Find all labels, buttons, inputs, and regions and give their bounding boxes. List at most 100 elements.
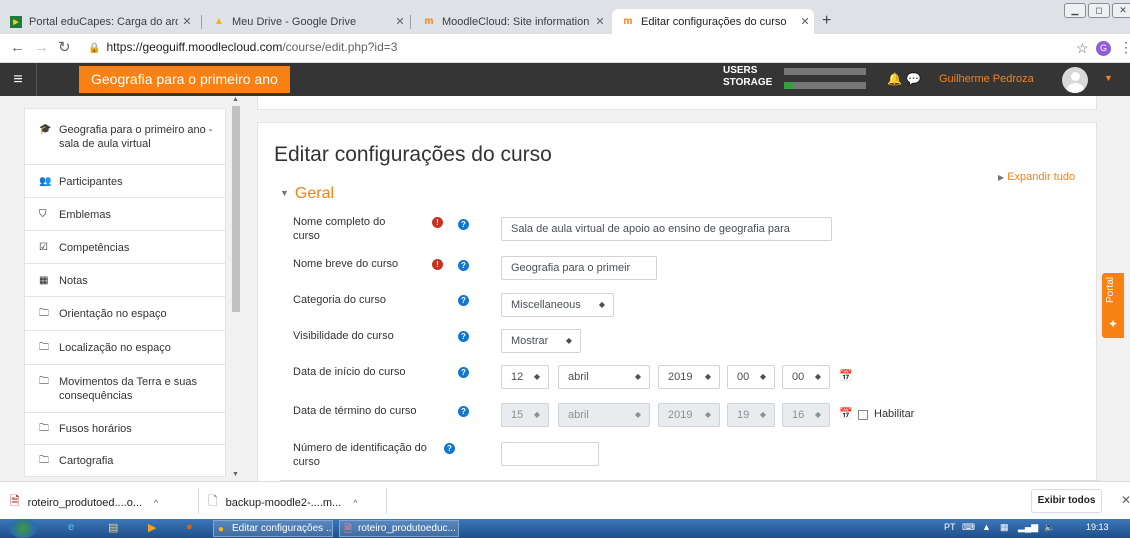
close-downloads-icon[interactable]: ✕	[1121, 493, 1130, 507]
startdate-hour-select[interactable]: 00 ◆	[727, 365, 775, 389]
sidebar-item-orientacao[interactable]: 🗀 Orientação no espaço	[24, 297, 226, 331]
new-tab-button[interactable]: +	[822, 13, 831, 29]
fullname-input[interactable]: Sala de aula virtual de apoio ao ensino …	[501, 217, 832, 241]
browser-tab-moodlecloud[interactable]: m MoodleCloud: Site information fo ✕	[413, 9, 609, 34]
media-player-icon[interactable]: ▶	[148, 521, 156, 534]
user-avatar[interactable]	[1062, 67, 1088, 93]
sidebar-item-course-home[interactable]: 🎓 Geografia para o primeiro ano - sala d…	[24, 108, 226, 165]
help-icon[interactable]: ?	[458, 406, 469, 417]
shortname-input[interactable]: Geografia para o primeir	[501, 256, 657, 280]
minimize-icon[interactable]: ▁	[1064, 3, 1086, 18]
section-general-toggle[interactable]: ▼ Geral	[280, 185, 334, 203]
idnumber-input[interactable]	[501, 442, 599, 466]
enddate-day-select[interactable]: 15 ◆	[501, 403, 549, 427]
clock[interactable]: 19:13	[1086, 522, 1109, 532]
close-tab-icon[interactable]: ✕	[796, 15, 814, 28]
browser-menu-icon[interactable]: ⋮	[1119, 39, 1130, 56]
graduation-cap-icon: 🎓	[39, 124, 52, 135]
firefox-icon[interactable]: ●	[186, 521, 193, 533]
message-icon[interactable]: 💬	[906, 72, 921, 86]
signal-icon[interactable]: ▂▄▆	[1018, 522, 1038, 533]
volume-icon[interactable]: 🔈	[1044, 522, 1055, 533]
close-tab-icon[interactable]: ✕	[178, 15, 196, 28]
startdate-minute-select[interactable]: 00 ◆	[782, 365, 830, 389]
sidebar-item-notas[interactable]: ▦ Notas	[24, 264, 226, 297]
show-hidden-icons-icon[interactable]: ▲	[982, 522, 991, 532]
windows-start-icon[interactable]	[9, 519, 37, 538]
close-tab-icon[interactable]: ✕	[391, 15, 409, 28]
windows-taskbar: e ▤ ▶ ● ● Editar configurações ... 🗎 rotei…	[0, 519, 1130, 538]
file-explorer-icon[interactable]: ▤	[108, 521, 118, 534]
browser-tab-educapes[interactable]: ▶ Portal eduCapes: Carga do arqui ✕	[0, 9, 196, 34]
forward-arrow-icon[interactable]: →	[34, 40, 49, 56]
folder-icon: 🗀	[39, 342, 49, 353]
internet-explorer-icon[interactable]: e	[68, 521, 74, 533]
sidebar-item-movimentos[interactable]: 🗀 Movimentos da Terra e suas consequênci…	[24, 365, 226, 413]
enable-enddate-checkbox[interactable]	[858, 410, 868, 420]
browser-tab-drive[interactable]: ▲ Meu Drive - Google Drive ✕	[203, 9, 409, 34]
help-icon[interactable]: ?	[458, 331, 469, 342]
startdate-day-select[interactable]: 12 ◆	[501, 365, 549, 389]
startdate-year-select[interactable]: 2019 ◆	[658, 365, 720, 389]
close-window-icon[interactable]: ✕	[1112, 3, 1130, 18]
download-item[interactable]: 🗋 backup-moodle2-....m... ^	[208, 492, 357, 513]
taskbar-button-pdf[interactable]: 🗎 roteiro_produtoeduc...	[339, 520, 459, 537]
enddate-minute-select[interactable]: 16 ◆	[782, 403, 830, 427]
calendar-icon[interactable]: 📅	[839, 369, 853, 382]
bookmark-star-icon[interactable]: ☆	[1076, 40, 1089, 57]
network-icon[interactable]: ▦	[1000, 522, 1009, 533]
sidebar-item-fusos[interactable]: 🗀 Fusos horários	[24, 413, 226, 445]
category-select[interactable]: Miscellaneous ◆	[501, 293, 614, 317]
chevron-up-icon[interactable]: ^	[154, 498, 158, 508]
help-icon[interactable]: ?	[458, 367, 469, 378]
user-menu-caret-icon[interactable]: ▼	[1104, 73, 1113, 83]
expand-all-link[interactable]: ▶ Expandir tudo	[998, 171, 1075, 183]
show-all-downloads-button[interactable]: Exibir todos	[1031, 489, 1102, 513]
taskbar-button-label: Editar configurações ...	[232, 523, 333, 534]
language-indicator[interactable]: PT	[944, 522, 956, 532]
select-arrows-icon: ◆	[565, 336, 572, 345]
sidebar-item-competencias[interactable]: ☑ Competências	[24, 231, 226, 264]
collapse-triangle-icon: ▼	[280, 188, 289, 198]
sidebar-item-emblemas[interactable]: ⛉ Emblemas	[24, 198, 226, 231]
help-icon[interactable]: ?	[458, 295, 469, 306]
keyboard-icon[interactable]: ⌨	[962, 522, 975, 533]
scrollbar-thumb[interactable]	[232, 106, 240, 312]
startdate-day: 12	[511, 371, 524, 383]
help-icon[interactable]: ?	[458, 219, 469, 230]
drawer-scrollbar[interactable]: ▲ ▼	[230, 96, 243, 481]
drawer-toggle-icon[interactable]: ≡	[0, 63, 37, 96]
user-name[interactable]: Guilherme Pedroza	[939, 73, 1034, 85]
chevron-up-icon[interactable]: ^	[353, 498, 357, 508]
enddate-day: 15	[511, 409, 524, 421]
close-tab-icon[interactable]: ✕	[591, 15, 609, 28]
idnumber-label: Número de identificação do curso	[293, 442, 427, 468]
scroll-down-icon[interactable]: ▼	[232, 471, 239, 478]
sidebar-item-participantes[interactable]: 👥 Participantes	[24, 165, 226, 198]
help-icon[interactable]: ?	[458, 260, 469, 271]
profile-avatar-icon[interactable]: G	[1096, 41, 1111, 56]
calendar-icon[interactable]: 📅	[839, 407, 853, 420]
enddate-hour-select[interactable]: 19 ◆	[727, 403, 775, 427]
help-icon[interactable]: ?	[444, 443, 455, 454]
portal-side-tab[interactable]: Portal ✦	[1102, 273, 1124, 338]
startdate-month-select[interactable]: abril ◆	[558, 365, 650, 389]
tab-title: Portal eduCapes: Carga do arqui	[29, 15, 178, 28]
select-arrows-icon: ◆	[814, 410, 821, 419]
scroll-up-icon[interactable]: ▲	[232, 96, 239, 103]
sidebar-item-cartografia[interactable]: 🗀 Cartografia	[24, 445, 226, 477]
reload-icon[interactable]: ↻	[58, 40, 71, 56]
tab-divider	[201, 15, 202, 29]
visibility-select[interactable]: Mostrar ◆	[501, 329, 581, 353]
sidebar-item-localizacao[interactable]: 🗀 Localização no espaço	[24, 331, 226, 365]
back-arrow-icon[interactable]: ←	[10, 40, 25, 56]
site-name-link[interactable]: Geografia para o primeiro ano	[79, 66, 290, 93]
bell-icon[interactable]: 🔔	[887, 72, 902, 86]
enddate-month-select[interactable]: abril ◆	[558, 403, 650, 427]
url-field[interactable]: 🔒 https://geoguiff.moodlecloud.com/course…	[88, 40, 397, 54]
enddate-year-select[interactable]: 2019 ◆	[658, 403, 720, 427]
taskbar-button-chrome[interactable]: ● Editar configurações ...	[213, 520, 333, 537]
download-item[interactable]: 🗎 roteiro_produtoed....o... ^	[10, 492, 158, 513]
browser-tab-edit-course[interactable]: m Editar configurações do curso ✕	[612, 9, 814, 34]
maximize-icon[interactable]: ◻	[1088, 3, 1110, 18]
